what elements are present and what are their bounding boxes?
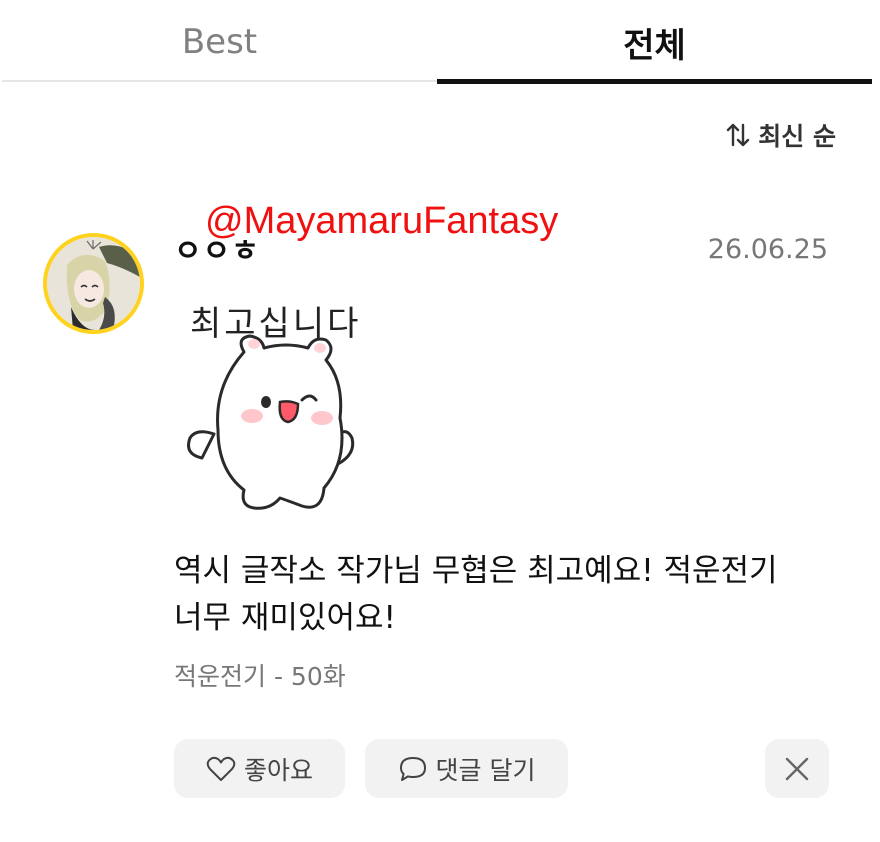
reply-button[interactable]: 댓글 달기 xyxy=(365,739,568,798)
comment-date: 26.06.25 xyxy=(707,234,828,265)
sticker-image: 최고십니다 xyxy=(174,290,404,530)
speech-bubble-icon xyxy=(398,755,428,783)
sort-arrows-icon xyxy=(726,122,750,148)
sort-label: 최신 순 xyxy=(758,122,836,151)
like-label: 좋아요 xyxy=(243,755,313,785)
like-button[interactable]: 좋아요 xyxy=(174,739,345,798)
heart-icon xyxy=(206,756,236,782)
watermark-text: @MayamaruFantasy xyxy=(205,200,559,242)
tab-bar: Best 전체 xyxy=(0,0,872,84)
tab-divider xyxy=(2,80,437,82)
tab-best[interactable]: Best xyxy=(2,0,437,84)
bear-sticker-icon xyxy=(187,334,355,510)
avatar[interactable] xyxy=(43,233,144,334)
episode-link[interactable]: 적운전기 - 50화 xyxy=(174,657,346,693)
active-tab-indicator xyxy=(437,79,872,84)
comment-text: 역시 글작소 작가님 무협은 최고예요! 적운전기 너무 재미있어요! xyxy=(174,553,778,636)
tab-all[interactable]: 전체 xyxy=(437,0,872,84)
reply-label: 댓글 달기 xyxy=(435,755,536,785)
close-button[interactable] xyxy=(765,739,829,798)
sort-button[interactable]: 최신 순 xyxy=(726,118,836,152)
close-icon xyxy=(784,756,810,782)
